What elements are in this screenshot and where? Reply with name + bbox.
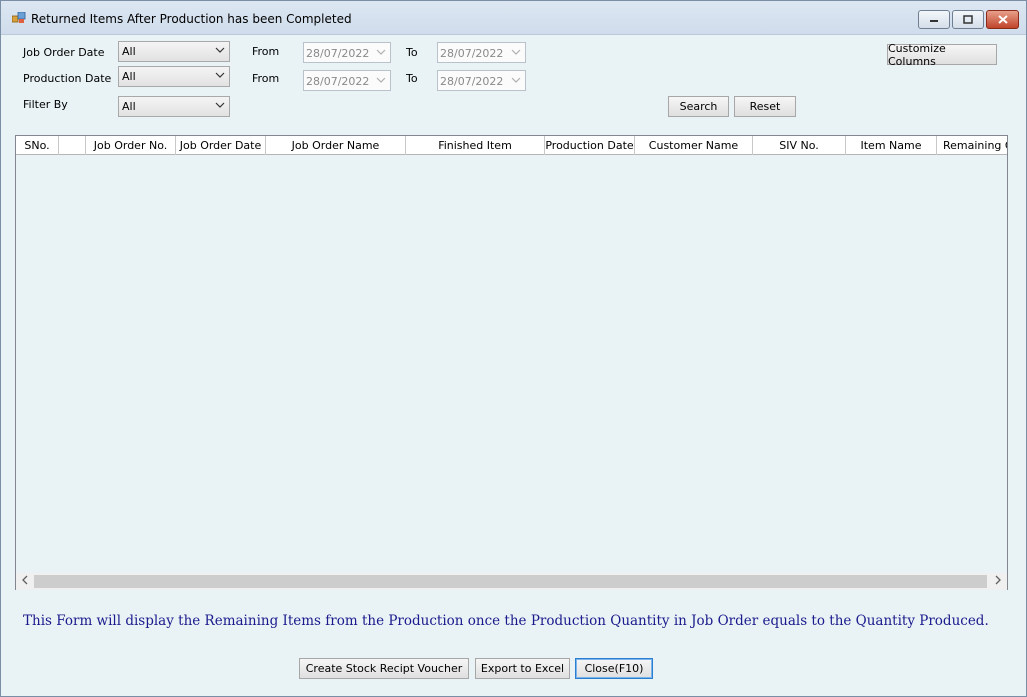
close-button[interactable]: Close(F10) xyxy=(575,658,653,679)
chevron-down-icon xyxy=(215,47,225,53)
column-header-customer-name[interactable]: Customer Name xyxy=(635,136,753,155)
production-date-label: Production Date xyxy=(23,72,112,85)
column-header-sno[interactable]: SNo. xyxy=(16,136,59,155)
search-button[interactable]: Search xyxy=(668,96,729,117)
filter-by-value: All xyxy=(122,100,136,113)
minimize-icon xyxy=(930,19,938,22)
minimize-button[interactable] xyxy=(918,10,950,29)
close-window-button[interactable] xyxy=(986,10,1019,29)
job-order-from-value: 28/07/2022 xyxy=(306,47,370,60)
chevron-right-icon xyxy=(995,575,1001,585)
chevron-down-icon xyxy=(511,49,521,55)
chevron-left-icon xyxy=(22,575,28,585)
restore-button[interactable] xyxy=(952,10,984,29)
production-from-value: 28/07/2022 xyxy=(306,75,370,88)
column-header-siv-no[interactable]: SIV No. xyxy=(753,136,846,155)
column-header-remaining-qty[interactable]: Remaining Q xyxy=(937,136,1007,155)
grid-header: SNo. Job Order No. Job Order Date Job Or… xyxy=(16,136,1007,155)
filter-by-select[interactable]: All xyxy=(118,96,230,117)
job-order-date-value: All xyxy=(122,45,136,58)
production-to-value: 28/07/2022 xyxy=(440,75,504,88)
app-icon xyxy=(11,11,26,24)
job-order-from-date[interactable]: 28/07/2022 xyxy=(303,42,391,63)
filter-by-label: Filter By xyxy=(23,98,68,111)
close-icon xyxy=(997,15,1008,24)
column-header-finished-item[interactable]: Finished Item xyxy=(406,136,545,155)
scroll-left-button[interactable] xyxy=(17,574,33,589)
customize-columns-button[interactable]: Customize Columns xyxy=(887,42,997,68)
column-header-production-date[interactable]: Production Date xyxy=(545,136,635,155)
main-window: Returned Items After Production has been… xyxy=(0,0,1027,697)
job-order-date-select[interactable]: All xyxy=(118,41,230,62)
job-order-to-label: To xyxy=(406,46,418,59)
production-to-date[interactable]: 28/07/2022 xyxy=(437,70,526,91)
create-stock-receipt-voucher-button[interactable]: Create Stock Recipt Voucher xyxy=(299,658,469,679)
chevron-down-icon xyxy=(215,102,225,108)
job-order-to-date[interactable]: 28/07/2022 xyxy=(437,42,526,63)
production-date-select[interactable]: All xyxy=(118,66,230,87)
info-message: This Form will display the Remaining Ite… xyxy=(23,613,989,629)
scroll-right-button[interactable] xyxy=(990,574,1006,589)
column-header-blank[interactable] xyxy=(59,136,86,155)
production-to-label: To xyxy=(406,72,418,85)
reset-button[interactable]: Reset xyxy=(734,96,796,117)
chevron-down-icon xyxy=(215,72,225,78)
title-bar[interactable]: Returned Items After Production has been… xyxy=(1,1,1026,35)
job-order-date-label: Job Order Date xyxy=(23,46,105,59)
column-header-item-name[interactable]: Item Name xyxy=(846,136,937,155)
export-to-excel-button[interactable]: Export to Excel xyxy=(475,658,570,679)
job-order-from-label: From xyxy=(252,45,280,58)
horizontal-scrollbar[interactable] xyxy=(16,573,1007,590)
results-grid[interactable]: SNo. Job Order No. Job Order Date Job Or… xyxy=(15,135,1008,590)
chevron-down-icon xyxy=(376,77,386,83)
restore-icon xyxy=(963,15,973,24)
column-header-job-order-date[interactable]: Job Order Date xyxy=(176,136,266,155)
column-header-job-order-no[interactable]: Job Order No. xyxy=(86,136,176,155)
window-title: Returned Items After Production has been… xyxy=(31,12,352,26)
chevron-down-icon xyxy=(511,77,521,83)
production-from-date[interactable]: 28/07/2022 xyxy=(303,70,391,91)
scrollbar-thumb[interactable] xyxy=(34,575,987,588)
production-from-label: From xyxy=(252,72,280,85)
column-header-job-order-name[interactable]: Job Order Name xyxy=(266,136,406,155)
chevron-down-icon xyxy=(376,49,386,55)
production-date-value: All xyxy=(122,70,136,83)
job-order-to-value: 28/07/2022 xyxy=(440,47,504,60)
